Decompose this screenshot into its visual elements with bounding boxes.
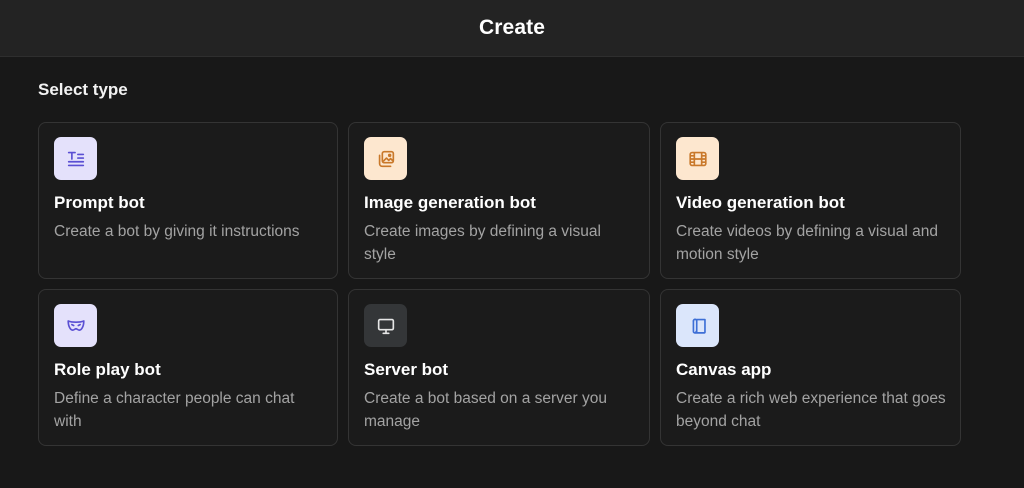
card-title: Prompt bot [54,193,145,212]
prompt-bot-card[interactable]: Prompt bot Create a bot by giving it ins… [38,122,338,279]
card-description: Create a rich web experience that goes b… [676,390,946,430]
card-title: Role play bot [54,360,161,379]
dialog-title: Create [479,16,545,39]
image-gallery-icon [364,137,407,180]
select-type-label: Select type [38,80,128,99]
video-generation-bot-card[interactable]: Video generation bot Create videos by de… [660,122,961,279]
card-description: Create a bot based on a server you manag… [364,390,607,430]
server-bot-card[interactable]: Server bot Create a bot based on a serve… [348,289,650,446]
dialog-header: Create [0,0,1024,57]
card-description: Create a bot by giving it instructions [54,223,300,240]
card-title: Canvas app [676,360,772,379]
canvas-scroll-icon [676,304,719,347]
bot-type-grid: Prompt bot Create a bot by giving it ins… [38,122,961,446]
canvas-app-card[interactable]: Canvas app Create a rich web experience … [660,289,961,446]
card-description: Define a character people can chat with [54,390,295,430]
film-strip-icon [676,137,719,180]
mask-icon [54,304,97,347]
card-title: Image generation bot [364,193,536,212]
monitor-icon [364,304,407,347]
prompt-text-icon [54,137,97,180]
role-play-bot-card[interactable]: Role play bot Define a character people … [38,289,338,446]
card-title: Server bot [364,360,449,379]
card-description: Create images by defining a visual style [364,223,601,263]
image-generation-bot-card[interactable]: Image generation bot Create images by de… [348,122,650,279]
card-title: Video generation bot [676,193,845,212]
card-description: Create videos by defining a visual and m… [676,223,938,263]
